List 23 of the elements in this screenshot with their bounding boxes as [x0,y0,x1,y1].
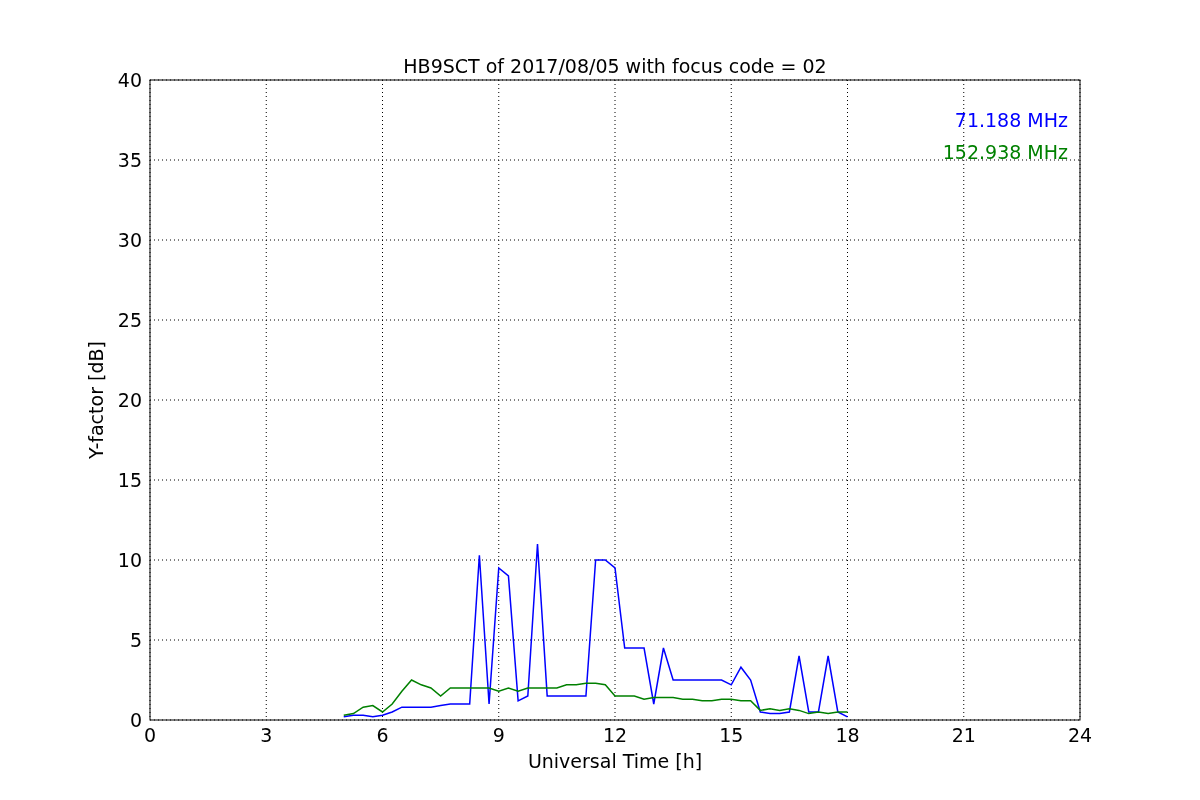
tick-label: 12 [602,724,628,746]
chart-title: HB9SCT of 2017/08/05 with focus code = 02 [403,55,827,77]
tick-label: 20 [117,389,142,411]
tick-label: 15 [719,724,744,746]
tick-label: 10 [117,549,142,571]
tick-label: 35 [117,149,142,171]
tick-label: 18 [835,724,860,746]
tick-label: 5 [129,629,142,651]
axis-label: Universal Time [h] [527,750,703,772]
tick-label: 6 [376,724,389,746]
legend-label: 152.938 MHz [942,141,1068,163]
tick-label: 9 [492,724,505,746]
tick-label: 3 [260,724,273,746]
tick-label: 0 [129,709,142,731]
tick-label: 0 [143,724,157,746]
tick-label: 40 [117,69,142,91]
tick-label: 24 [1067,724,1093,746]
tick-label: 21 [951,724,976,746]
tick-label: 15 [117,469,142,491]
tick-label: 30 [117,229,142,251]
legend-label: 71.188 MHz [954,109,1068,131]
tick-label: 25 [117,309,142,331]
axis-label: Y-factor [dB] [85,341,107,459]
